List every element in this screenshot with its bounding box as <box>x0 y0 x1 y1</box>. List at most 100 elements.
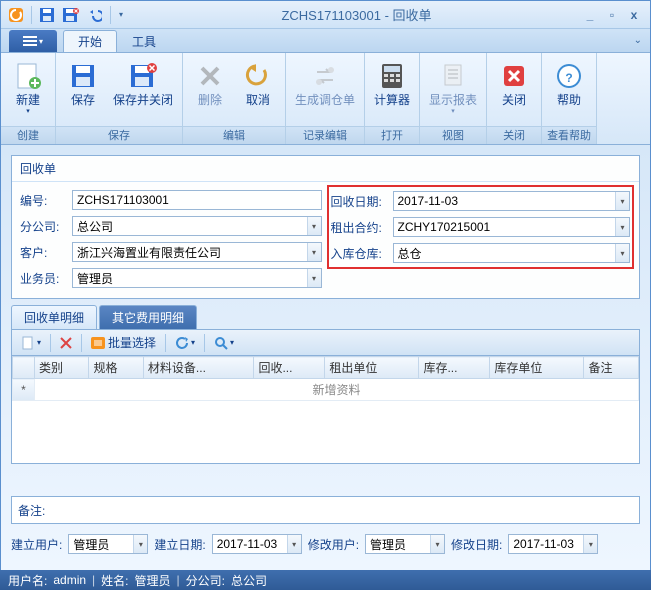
in-warehouse-dropdown-icon[interactable]: ▾ <box>615 244 629 262</box>
cancel-button[interactable]: 取消 <box>235 57 281 110</box>
tab-other-fee[interactable]: 其它费用明细 <box>99 305 197 329</box>
window-title: ZCHS171103001 - 回收单 <box>131 5 582 24</box>
col-category[interactable]: 类别 <box>35 357 89 379</box>
label-customer: 客户: <box>20 244 72 261</box>
ribbon-group-create: 创建 <box>1 126 55 144</box>
titlebar: ▾ ZCHS171103001 - 回收单 _ ▫ x <box>1 1 650 29</box>
qat-save-icon[interactable] <box>36 5 58 25</box>
label-salesman: 业务员: <box>20 270 72 287</box>
label-lease-contract: 租出合约: <box>331 219 393 236</box>
detail-grid[interactable]: 类别 规格 材料设备... 回收... 租出单位 库存... 库存单位 备注 *… <box>11 356 640 464</box>
ribbon-group-edit: 编辑 <box>183 126 285 144</box>
label-create-user: 建立用户: <box>11 536 62 553</box>
help-button[interactable]: ? 帮助 <box>546 57 592 110</box>
modify-user-dropdown-icon[interactable]: ▾ <box>430 535 444 553</box>
close-button[interactable]: 关闭 <box>491 57 537 110</box>
new-button[interactable]: 新建▾ <box>5 57 51 118</box>
branch-dropdown-icon[interactable]: ▾ <box>307 217 321 235</box>
tab-recover-detail[interactable]: 回收单明细 <box>11 305 97 329</box>
salesman-dropdown-icon[interactable]: ▾ <box>307 269 321 287</box>
label-recover-date: 回收日期: <box>331 193 393 210</box>
toolbar-search-icon[interactable]: ▾ <box>209 333 239 353</box>
show-report-button: 显示报表▾ <box>424 57 482 118</box>
minimize-button[interactable]: _ <box>582 8 598 22</box>
qat-undo-icon[interactable] <box>84 5 106 25</box>
grid-toolbar: ▾ 批量选择 ▾ ▾ <box>11 330 640 356</box>
ribbon: 新建▾ 创建 保存 保存并关闭 保存 删除 取消 <box>1 53 650 145</box>
recover-date-input[interactable] <box>393 191 631 211</box>
ribbon-tabstrip: ▾ 开始 工具 ⌄ <box>1 29 650 53</box>
col-stock-unit[interactable]: 库存单位 <box>490 357 584 379</box>
statusbar: 用户名: admin | 姓名: 管理员 | 分公司: 总公司 <box>0 570 651 590</box>
lease-contract-input[interactable] <box>393 217 631 237</box>
qat-saveclose-icon[interactable] <box>60 5 82 25</box>
recover-date-dropdown-icon[interactable]: ▾ <box>615 192 629 210</box>
highlight-box: 回收日期: ▾ 租出合约: ▾ 入库仓库: ▾ <box>327 185 635 269</box>
save-close-button[interactable]: 保存并关闭 <box>108 57 178 110</box>
new-icon <box>12 60 44 92</box>
create-user-dropdown-icon[interactable]: ▾ <box>133 535 147 553</box>
app-icon[interactable] <box>5 5 27 25</box>
ribbon-group-close: 关闭 <box>487 126 541 144</box>
remark-input[interactable] <box>58 501 633 519</box>
status-name-label: 姓名: <box>101 572 128 589</box>
ribbon-group-open: 打开 <box>365 126 419 144</box>
undo-icon <box>242 60 274 92</box>
qat-dropdown-icon[interactable]: ▾ <box>115 5 127 25</box>
toolbar-refresh-icon[interactable]: ▾ <box>170 333 200 353</box>
label-modify-user: 修改用户: <box>308 536 359 553</box>
branch-input[interactable] <box>72 216 322 236</box>
status-branch-label: 分公司: <box>186 572 225 589</box>
tab-start[interactable]: 开始 <box>63 30 117 52</box>
col-remark[interactable]: 备注 <box>584 357 639 379</box>
toolbar-new-icon[interactable]: ▾ <box>16 333 46 353</box>
label-create-date: 建立日期: <box>154 536 205 553</box>
transfer-icon <box>309 60 341 92</box>
status-user: admin <box>53 573 86 587</box>
svg-text:?: ? <box>565 71 572 85</box>
col-spec[interactable]: 规格 <box>89 357 143 379</box>
ribbon-collapse-icon[interactable]: ⌄ <box>634 35 642 46</box>
close-icon <box>498 60 530 92</box>
lease-contract-dropdown-icon[interactable]: ▾ <box>615 218 629 236</box>
modify-date-dropdown-icon[interactable]: ▾ <box>583 535 597 553</box>
label-in-warehouse: 入库仓库: <box>331 245 393 262</box>
toolbar-batch-button[interactable]: 批量选择 <box>86 333 161 353</box>
ribbon-group-save: 保存 <box>56 126 182 144</box>
workarea: 回收单 编号: 分公司: ▾ 客户: ▾ <box>1 145 650 570</box>
col-lease-unit[interactable]: 租出单位 <box>325 357 419 379</box>
audit-row: 建立用户: ▾ 建立日期: ▾ 修改用户: ▾ 修改日期: ▾ <box>11 534 640 554</box>
close-window-button[interactable]: x <box>626 8 642 22</box>
col-recover[interactable]: 回收... <box>254 357 325 379</box>
grid-new-row[interactable]: * 新增资料 <box>13 379 639 401</box>
save-icon <box>67 60 99 92</box>
label-branch: 分公司: <box>20 218 72 235</box>
customer-dropdown-icon[interactable]: ▾ <box>307 243 321 261</box>
in-warehouse-input[interactable] <box>393 243 631 263</box>
salesman-input[interactable] <box>72 268 322 288</box>
create-date-dropdown-icon[interactable]: ▾ <box>287 535 301 553</box>
code-input[interactable] <box>72 190 322 210</box>
maximize-button[interactable]: ▫ <box>604 8 620 22</box>
status-name: 管理员 <box>135 572 171 589</box>
ribbon-group-view: 视图 <box>420 126 486 144</box>
delete-icon <box>194 60 226 92</box>
col-stock[interactable]: 库存... <box>419 357 490 379</box>
col-material[interactable]: 材料设备... <box>143 357 254 379</box>
tab-tools[interactable]: 工具 <box>117 30 171 52</box>
save-close-icon <box>127 60 159 92</box>
app-menu-button[interactable]: ▾ <box>9 30 57 52</box>
label-code: 编号: <box>20 192 72 209</box>
calculator-icon <box>376 60 408 92</box>
help-icon: ? <box>553 60 585 92</box>
calculator-button[interactable]: 计算器 <box>369 57 415 110</box>
customer-input[interactable] <box>72 242 322 262</box>
save-button[interactable]: 保存 <box>60 57 106 110</box>
delete-button: 删除 <box>187 57 233 110</box>
status-branch: 总公司 <box>231 572 267 589</box>
detail-tabstrip: 回收单明细 其它费用明细 <box>11 305 640 330</box>
form-panel: 回收单 编号: 分公司: ▾ 客户: ▾ <box>11 155 640 299</box>
panel-title: 回收单 <box>12 156 639 182</box>
status-user-label: 用户名: <box>8 572 47 589</box>
toolbar-delete-icon[interactable] <box>55 333 77 353</box>
